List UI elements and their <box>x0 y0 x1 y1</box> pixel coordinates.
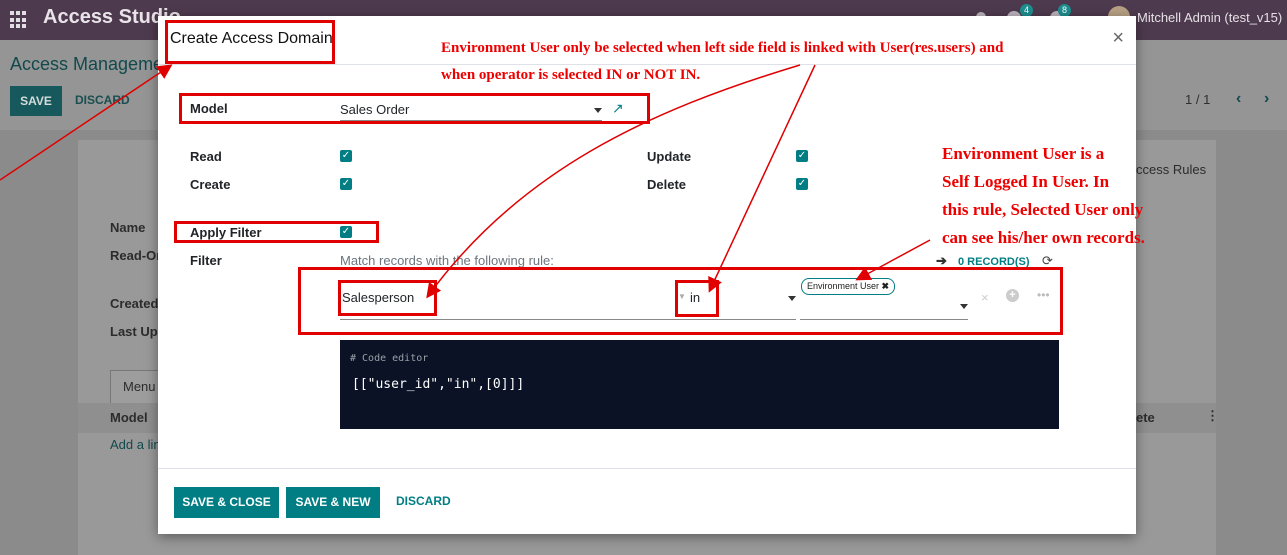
annotation-note1-line1: Environment User only be selected when l… <box>441 40 1004 56</box>
annotation-note2-line4: can see his/her own records. <box>942 228 1145 247</box>
annotation-note2-line1: Environment User is a <box>942 144 1105 163</box>
annotation-note1-line2: when operator is selected IN or NOT IN. <box>441 67 701 83</box>
annotation-note2-line2: Self Logged In User. In <box>942 172 1110 191</box>
annotation-note2-line3: this rule, Selected User only <box>942 200 1144 219</box>
